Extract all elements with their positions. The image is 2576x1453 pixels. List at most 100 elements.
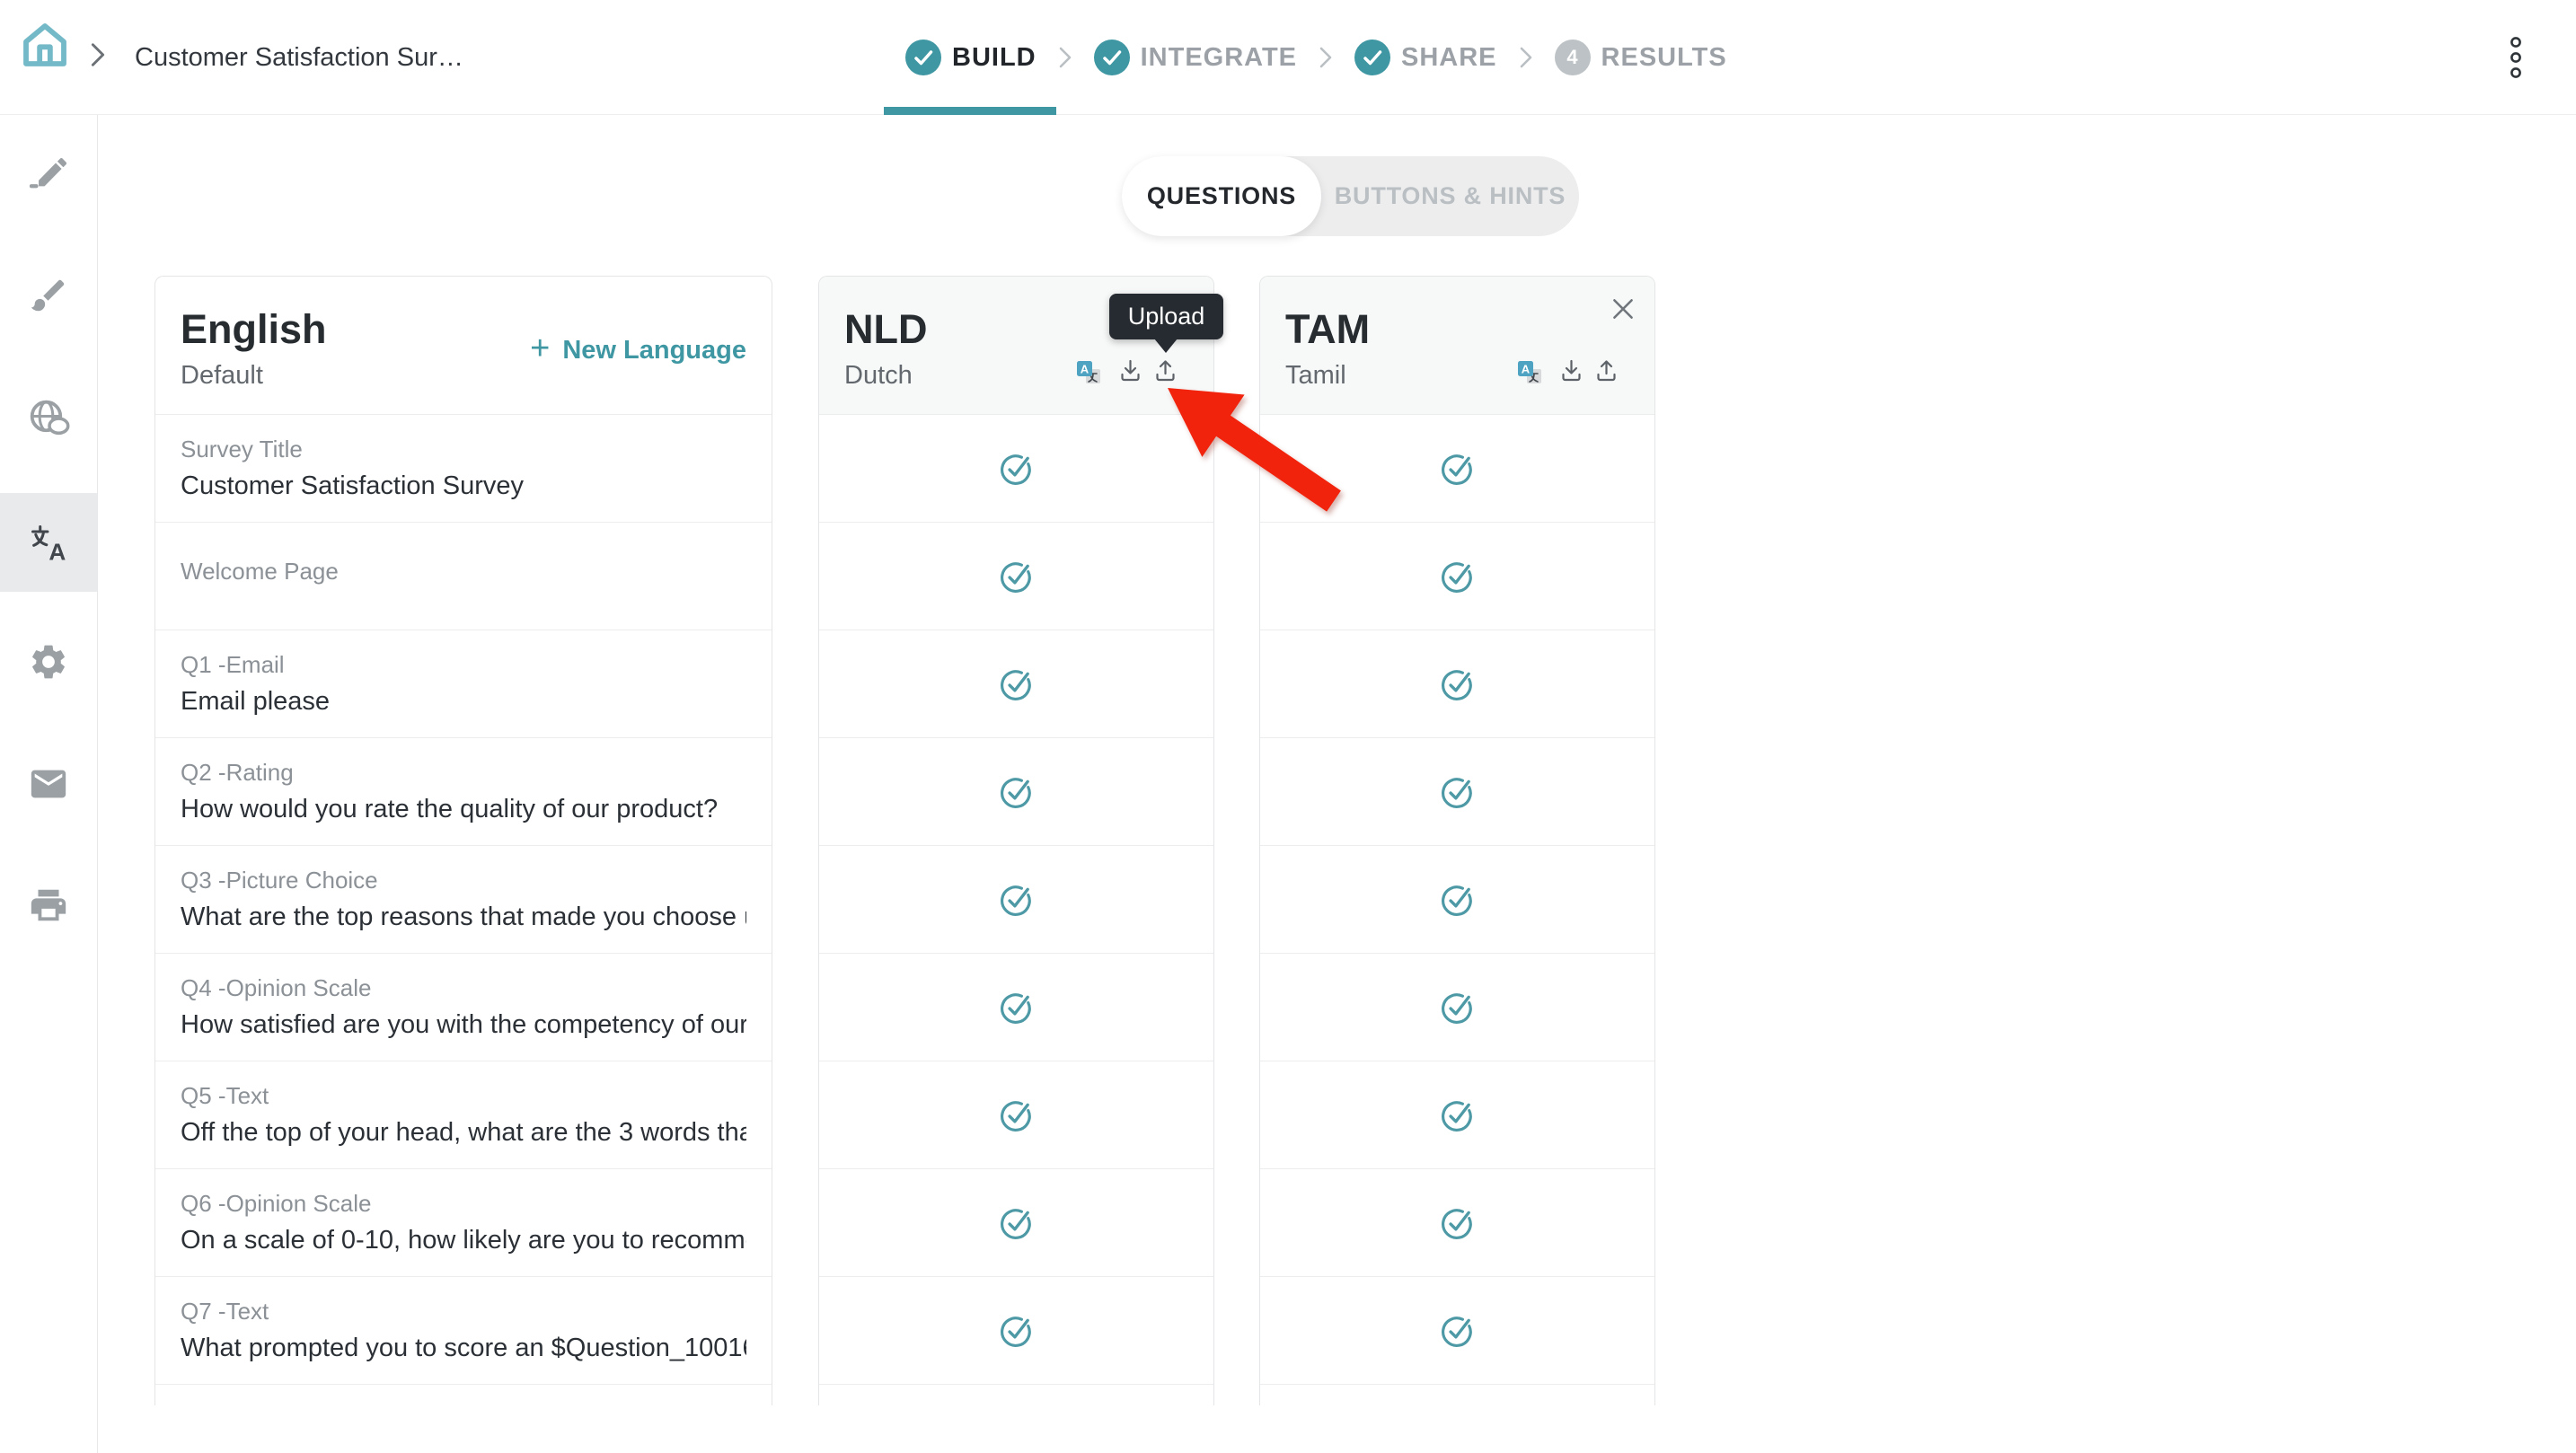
row-welcome-page[interactable]: Welcome Page — [155, 523, 772, 630]
check-circle-icon — [1441, 1206, 1475, 1240]
translated-check-cell[interactable] — [1260, 846, 1654, 954]
check-circle-icon — [1000, 991, 1034, 1025]
upload-icon — [1153, 358, 1178, 383]
upload-icon — [1594, 358, 1619, 383]
printer-icon — [28, 885, 69, 926]
language-title: English — [181, 309, 327, 349]
svg-text:A: A — [49, 539, 66, 564]
stepper-chevron-icon — [1058, 46, 1072, 69]
translation-card-nld: NLD Dutch A — [818, 276, 1214, 1405]
sidebar-item-theme[interactable] — [0, 246, 97, 345]
translated-check-cell[interactable] — [819, 630, 1213, 738]
row-q1[interactable]: Q1 -Email Email please — [155, 630, 772, 738]
translated-check-cell[interactable] — [1260, 1169, 1654, 1277]
check-circle-icon — [1441, 1314, 1475, 1348]
remove-language-button[interactable] — [1609, 295, 1637, 323]
step-results-label: RESULTS — [1601, 43, 1727, 73]
check-circle-icon — [1441, 883, 1475, 917]
row-q4[interactable]: Q4 -Opinion Scale How satisfied are you … — [155, 954, 772, 1061]
tool-sidebar: A — [0, 115, 98, 1453]
row-q7[interactable]: Q7 -Text What prompted you to score an $… — [155, 1277, 772, 1385]
download-translation-button[interactable] — [1559, 358, 1584, 388]
auto-translate-button[interactable]: A — [1075, 358, 1102, 390]
translated-check-cell[interactable] — [819, 1169, 1213, 1277]
check-circle-icon — [1441, 1098, 1475, 1132]
translated-check-cell[interactable] — [1260, 738, 1654, 846]
translated-check-cell[interactable] — [819, 523, 1213, 630]
language-name: Tamil — [1285, 361, 1346, 391]
globe-icon — [27, 397, 70, 440]
step-number-badge: 4 — [1555, 40, 1591, 75]
edit-pen-icon — [28, 154, 69, 195]
kebab-menu-icon — [2509, 35, 2523, 80]
sidebar-item-email[interactable] — [0, 735, 97, 833]
check-circle-icon — [1441, 452, 1475, 486]
upload-translation-button[interactable] — [1594, 358, 1619, 388]
nld-translated-rows — [819, 414, 1213, 1385]
auto-translate-button[interactable]: A — [1516, 358, 1543, 390]
svg-text:A: A — [1522, 363, 1531, 376]
check-circle-icon — [1441, 991, 1475, 1025]
step-integrate[interactable]: INTEGRATE — [1094, 40, 1297, 75]
translated-check-cell[interactable] — [819, 738, 1213, 846]
breadcrumb-chevron-icon — [90, 41, 106, 73]
sidebar-item-print[interactable] — [0, 856, 97, 955]
paint-brush-icon — [28, 275, 69, 316]
step-share[interactable]: SHARE — [1354, 40, 1497, 75]
translate-badge-icon: A — [1075, 358, 1102, 385]
translate-icon: A — [27, 521, 70, 564]
topbar: Customer Satisfaction Sur… BUILD INTEGRA… — [0, 0, 2576, 115]
sidebar-item-global[interactable] — [0, 369, 97, 468]
step-results[interactable]: 4 RESULTS — [1555, 40, 1727, 75]
stepper-chevron-icon — [1519, 46, 1533, 69]
language-code: NLD — [844, 309, 927, 349]
translated-check-cell[interactable] — [1260, 954, 1654, 1061]
home-button[interactable] — [20, 20, 70, 70]
stepper-chevron-icon — [1319, 46, 1333, 69]
translated-check-cell[interactable] — [1260, 523, 1654, 630]
download-translation-button[interactable] — [1118, 358, 1142, 388]
row-q3[interactable]: Q3 -Picture Choice What are the top reas… — [155, 846, 772, 954]
workflow-stepper: BUILD INTEGRATE SHARE 4 RESULTS — [905, 0, 1727, 115]
base-language-header: English Default + New Language — [155, 277, 772, 414]
check-circle-icon — [1000, 667, 1034, 701]
check-circle-icon — [1000, 775, 1034, 809]
active-step-underline — [884, 107, 1056, 115]
translated-check-cell[interactable] — [819, 954, 1213, 1061]
download-icon — [1559, 358, 1584, 383]
language-name: Dutch — [844, 361, 913, 391]
tab-questions[interactable]: QUESTIONS — [1122, 156, 1321, 236]
sidebar-item-settings[interactable] — [0, 612, 97, 711]
row-survey-title[interactable]: Survey Title Customer Satisfaction Surve… — [155, 415, 772, 523]
translated-check-cell[interactable] — [1260, 1061, 1654, 1169]
translated-check-cell[interactable] — [1260, 1277, 1654, 1385]
step-build[interactable]: BUILD — [905, 40, 1037, 75]
breadcrumb[interactable]: Customer Satisfaction Sur… — [135, 0, 463, 115]
translated-check-cell[interactable] — [819, 415, 1213, 523]
check-circle-icon — [1441, 559, 1475, 594]
sidebar-item-design[interactable] — [0, 125, 97, 224]
view-tabs: QUESTIONS BUTTONS & HINTS — [1122, 156, 1579, 236]
tam-translated-rows — [1260, 414, 1654, 1385]
step-integrate-label: INTEGRATE — [1141, 43, 1297, 73]
row-q2[interactable]: Q2 -Rating How would you rate the qualit… — [155, 738, 772, 846]
check-circle-icon — [1441, 775, 1475, 809]
row-q5[interactable]: Q5 -Text Off the top of your head, what … — [155, 1061, 772, 1169]
tab-buttons-hints[interactable]: BUTTONS & HINTS — [1321, 156, 1579, 236]
translated-check-cell[interactable] — [819, 846, 1213, 954]
envelope-icon — [28, 763, 69, 805]
translated-check-cell[interactable] — [819, 1277, 1213, 1385]
home-icon — [20, 20, 70, 70]
translated-check-cell[interactable] — [819, 1061, 1213, 1169]
base-language-rows: Survey Title Customer Satisfaction Surve… — [155, 414, 772, 1385]
upload-translation-button[interactable] — [1153, 358, 1178, 388]
new-language-button[interactable]: + New Language — [530, 332, 746, 368]
translated-check-cell[interactable] — [1260, 415, 1654, 523]
more-options-button[interactable] — [2502, 34, 2529, 81]
translated-check-cell[interactable] — [1260, 630, 1654, 738]
check-circle-icon — [1000, 559, 1034, 594]
language-code: TAM — [1285, 309, 1370, 349]
sidebar-item-translations[interactable]: A — [0, 493, 97, 592]
row-q6[interactable]: Q6 -Opinion Scale On a scale of 0-10, ho… — [155, 1169, 772, 1277]
step-share-label: SHARE — [1401, 43, 1497, 73]
